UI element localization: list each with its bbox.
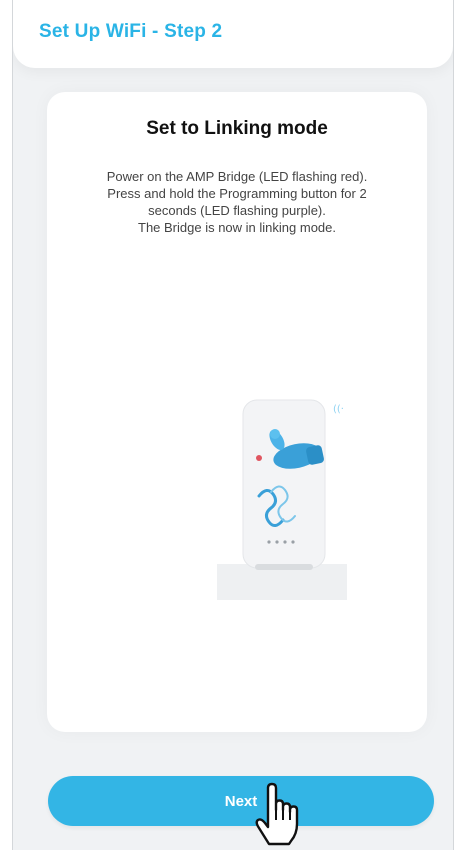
instruction-card: Set to Linking mode Power on the AMP Bri…	[47, 92, 427, 732]
instruction-text: Power on the AMP Bridge (LED flashing re…	[67, 168, 407, 236]
device-label-dots	[267, 540, 271, 544]
next-button[interactable]: Next	[48, 776, 434, 826]
instruction-line: Press and hold the Programming button fo…	[107, 186, 367, 201]
led-indicator-icon	[256, 455, 262, 461]
page-title: Set Up WiFi - Step 2	[39, 21, 223, 42]
card-title: Set to Linking mode	[146, 118, 328, 139]
bridge-device-press-icon: ((·	[217, 399, 347, 600]
instruction-line: seconds (LED flashing purple).	[148, 203, 326, 218]
instruction-line: Power on the AMP Bridge (LED flashing re…	[106, 169, 368, 184]
hand-pointer-cursor-icon	[255, 782, 299, 846]
app-screen: Set Up WiFi - Step 2 Set to Linking mode…	[12, 0, 454, 850]
instruction-line: The Bridge is now in linking mode.	[138, 220, 336, 235]
device-foot	[255, 564, 313, 570]
header-bar: Set Up WiFi - Step 2	[13, 0, 453, 68]
tap-signal-icon: ((·	[333, 404, 344, 415]
